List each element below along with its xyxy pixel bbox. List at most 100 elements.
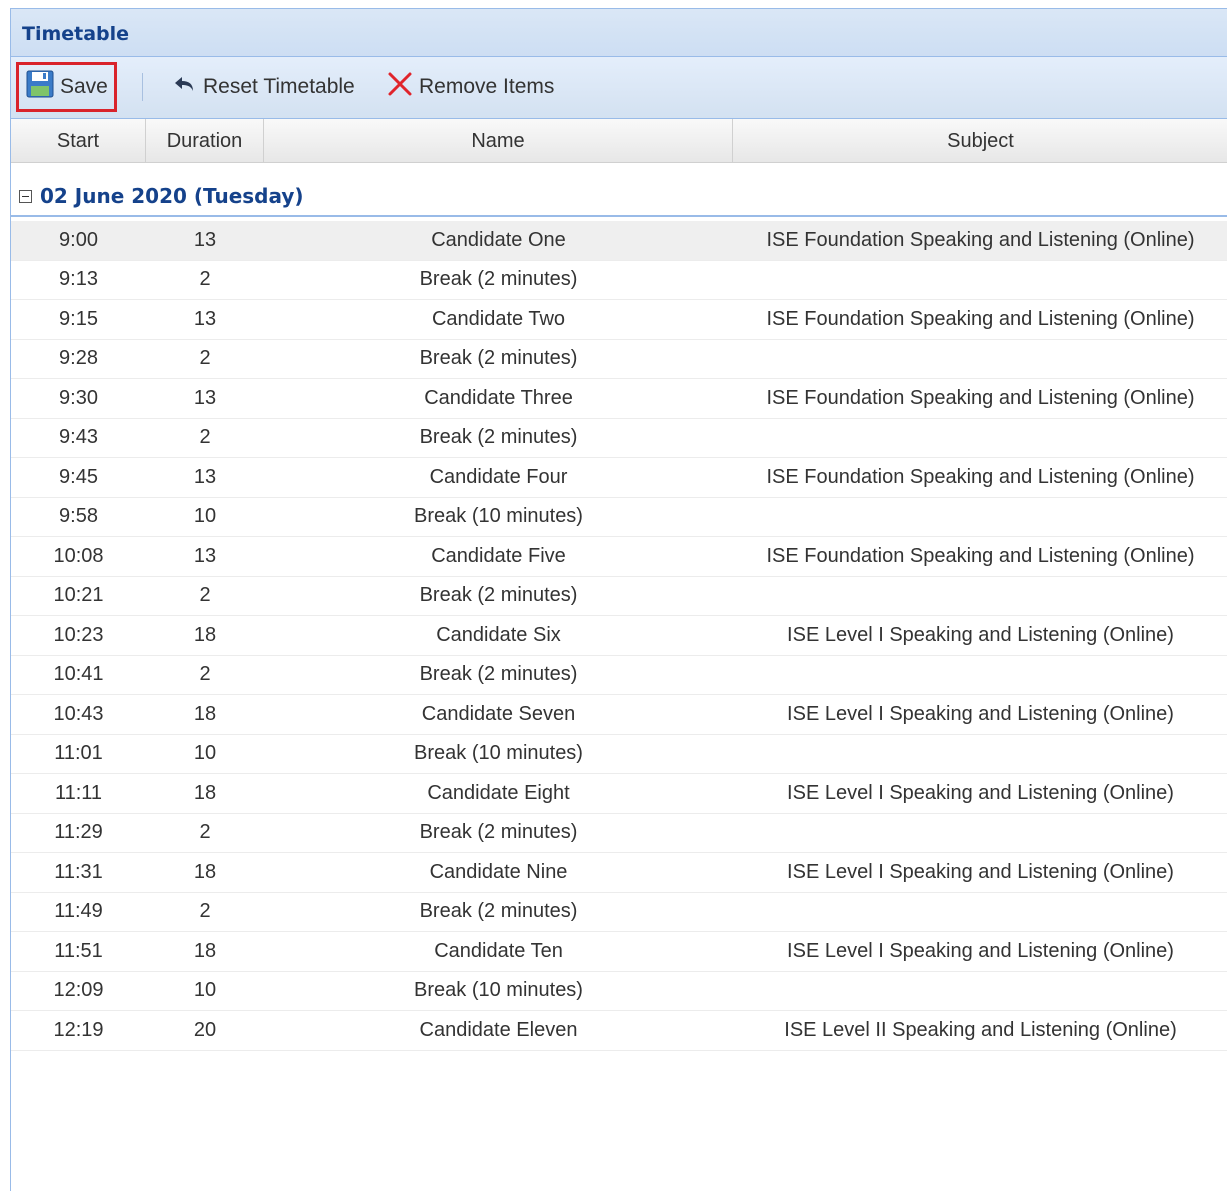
cell-subject: ISE Level I Speaking and Listening (Onli… [787, 781, 1174, 804]
timetable-panel: Timetable Save Reset Timetable Remove It… [10, 8, 1227, 1191]
cell-name: Break (2 minutes) [419, 584, 578, 607]
cell-start: 10:08 [53, 544, 104, 567]
table-row[interactable]: 9:15 13 Candidate Two ISE Foundation Speaki… [11, 300, 1227, 340]
column-header-duration[interactable]: Duration [146, 119, 264, 163]
cell-duration: 2 [199, 268, 211, 291]
cell-duration: 13 [193, 307, 217, 330]
cell-name: Candidate Eight [427, 781, 570, 804]
save-button[interactable]: Save [16, 62, 117, 112]
cell-name: Break (10 minutes) [414, 979, 583, 1002]
cell-subject: ISE Foundation Speaking and Listening (O… [766, 465, 1195, 488]
remove-items-label: Remove Items [419, 75, 555, 98]
table-row[interactable]: 9:58 10 Break (10 minutes) [11, 498, 1227, 537]
cell-subject: ISE Level I Speaking and Listening (Onli… [787, 702, 1174, 725]
reset-timetable-button[interactable]: Reset Timetable [173, 62, 355, 112]
cell-duration: 13 [193, 386, 217, 409]
cell-subject: ISE Level I Speaking and Listening (Onli… [787, 860, 1174, 883]
cell-start: 10:41 [53, 663, 104, 686]
cell-start: 9:00 [59, 228, 98, 251]
collapse-toggle-icon[interactable] [19, 189, 32, 203]
table-row[interactable]: 10:21 2 Break (2 minutes) [11, 577, 1227, 616]
table-row[interactable]: 9:00 13 Candidate One ISE Foundation Speaki… [11, 221, 1227, 261]
cell-start: 11:01 [54, 742, 103, 765]
table-row[interactable]: 11:01 10 Break (10 minutes) [11, 735, 1227, 774]
cell-duration: 13 [193, 544, 217, 567]
table-row[interactable]: 9:28 2 Break (2 minutes) [11, 340, 1227, 379]
column-header-name[interactable]: Name [264, 119, 733, 163]
cell-duration: 2 [199, 663, 211, 686]
table-row[interactable]: 9:45 13 Candidate Four ISE Foundation Speak… [11, 458, 1227, 498]
cell-name: Break (10 minutes) [414, 505, 583, 528]
cell-duration: 2 [199, 426, 211, 449]
table-row[interactable]: 11:31 18 Candidate Nine ISE Level I Speakin… [11, 853, 1227, 893]
cell-duration: 20 [193, 1018, 217, 1041]
cell-duration: 13 [193, 228, 217, 251]
toolbar-separator [142, 73, 143, 101]
cell-subject: ISE Foundation Speaking and Listening (O… [766, 307, 1195, 330]
table-row[interactable]: 9:30 13 Candidate Three ISE Foundation Spea… [11, 379, 1227, 419]
table-row[interactable]: 11:29 2 Break (2 minutes) [11, 814, 1227, 853]
cell-name: Candidate Eleven [419, 1018, 578, 1041]
grid-body: 9:00 13 Candidate One ISE Foundation Speaki… [11, 221, 1227, 1051]
cell-duration: 18 [193, 623, 217, 646]
group-header-date[interactable]: 02 June 2020 (Tuesday) [11, 177, 1227, 217]
cell-name: Candidate Ten [434, 939, 563, 962]
table-row[interactable]: 10:08 13 Candidate Five ISE Foundation Spea… [11, 537, 1227, 577]
cell-duration: 2 [199, 821, 211, 844]
cell-subject [733, 340, 1227, 379]
cell-subject: ISE Level I Speaking and Listening (Onli… [787, 939, 1174, 962]
cell-duration: 18 [193, 781, 217, 804]
cell-subject [733, 577, 1227, 616]
red-x-icon [387, 71, 413, 103]
cell-subject [733, 261, 1227, 300]
table-row[interactable]: 11:51 18 Candidate Ten ISE Level I Speaking… [11, 932, 1227, 972]
cell-start: 12:19 [53, 1018, 104, 1041]
cell-start: 10:23 [53, 623, 104, 646]
column-header-start[interactable]: Start [11, 119, 146, 163]
cell-subject [733, 656, 1227, 695]
cell-name: Break (10 minutes) [414, 742, 583, 765]
cell-duration: 2 [199, 347, 211, 370]
cell-duration: 2 [199, 900, 211, 923]
cell-name: Candidate Six [436, 623, 561, 646]
table-row[interactable]: 12:09 10 Break (10 minutes) [11, 972, 1227, 1011]
table-row[interactable]: 9:13 2 Break (2 minutes) [11, 261, 1227, 300]
cell-start: 9:43 [59, 426, 98, 449]
table-row[interactable]: 10:43 18 Candidate Seven ISE Level I Speaki… [11, 695, 1227, 735]
cell-subject [733, 498, 1227, 537]
cell-name: Break (2 minutes) [419, 268, 578, 291]
cell-duration: 13 [193, 465, 217, 488]
table-row[interactable]: 11:49 2 Break (2 minutes) [11, 893, 1227, 932]
floppy-disk-icon [26, 70, 54, 104]
cell-name: Candidate Seven [421, 702, 576, 725]
panel-title: Timetable [11, 9, 1227, 57]
cell-start: 9:45 [59, 465, 98, 488]
table-row[interactable]: 10:41 2 Break (2 minutes) [11, 656, 1227, 695]
cell-start: 10:43 [53, 702, 104, 725]
cell-name: Break (2 minutes) [419, 900, 578, 923]
cell-start: 9:28 [59, 347, 98, 370]
undo-arrow-icon [173, 74, 197, 100]
table-row[interactable]: 10:23 18 Candidate Six ISE Level I Speaking… [11, 616, 1227, 656]
cell-duration: 10 [193, 742, 217, 765]
table-row[interactable]: 12:19 20 Candidate Eleven ISE Level II Spea… [11, 1011, 1227, 1051]
cell-subject [733, 419, 1227, 458]
cell-name: Candidate Three [424, 386, 573, 409]
cell-start: 11:11 [54, 781, 103, 804]
table-row[interactable]: 9:43 2 Break (2 minutes) [11, 419, 1227, 458]
group-header-label: 02 June 2020 (Tuesday) [40, 184, 304, 208]
cell-subject [733, 972, 1227, 1011]
cell-start: 9:13 [59, 268, 98, 291]
cell-duration: 18 [193, 702, 217, 725]
cell-start: 11:49 [54, 900, 103, 923]
cell-start: 11:31 [54, 860, 103, 883]
remove-items-button[interactable]: Remove Items [387, 62, 554, 112]
cell-duration: 18 [193, 860, 217, 883]
cell-subject: ISE Level II Speaking and Listening (Onl… [784, 1018, 1177, 1041]
cell-name: Candidate Nine [429, 860, 568, 883]
column-header-subject[interactable]: Subject [733, 119, 1227, 163]
cell-duration: 18 [193, 939, 217, 962]
cell-start: 9:15 [59, 307, 98, 330]
table-row[interactable]: 11:11 18 Candidate Eight ISE Level I Speaki… [11, 774, 1227, 814]
cell-name: Break (2 minutes) [419, 426, 578, 449]
